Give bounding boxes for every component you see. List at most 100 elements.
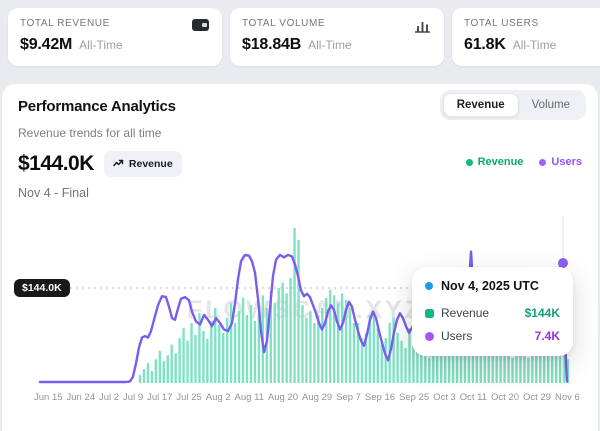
revenue-badge: Revenue bbox=[104, 151, 182, 177]
x-tick: Jul 2 bbox=[99, 392, 119, 403]
revenue-bar bbox=[174, 353, 176, 383]
chart-legend: Revenue Users bbox=[466, 156, 582, 168]
tooltip-series-value: 7.4K bbox=[535, 329, 560, 343]
x-tick: Oct 29 bbox=[523, 392, 551, 403]
tooltip-series-label: Users bbox=[441, 329, 472, 343]
legend-dot-icon bbox=[539, 159, 546, 166]
revenue-bar bbox=[210, 321, 212, 383]
series-toggle: Revenue Volume bbox=[440, 90, 586, 120]
x-tick: Sep 7 bbox=[336, 392, 361, 403]
revenue-bar bbox=[234, 323, 236, 383]
revenue-bar bbox=[155, 359, 157, 383]
toggle-option-volume[interactable]: Volume bbox=[519, 94, 583, 116]
revenue-bar bbox=[293, 228, 295, 383]
revenue-bar bbox=[428, 358, 430, 383]
revenue-bar bbox=[408, 328, 410, 383]
revenue-bar bbox=[396, 333, 398, 383]
stat-card-total-users: TOTAL USERS 61.8K All-Time bbox=[452, 8, 600, 66]
badge-label: Revenue bbox=[129, 158, 173, 170]
x-tick: Oct 20 bbox=[491, 392, 519, 403]
legend-dot-icon bbox=[466, 159, 473, 166]
revenue-bar bbox=[321, 308, 323, 383]
stat-card-label: TOTAL VOLUME bbox=[242, 18, 432, 29]
revenue-bar bbox=[163, 361, 165, 383]
bar-chart-icon bbox=[414, 19, 432, 33]
x-tick: Jun 15 bbox=[34, 392, 63, 403]
revenue-bar bbox=[246, 315, 248, 383]
revenue-bar bbox=[325, 298, 327, 383]
revenue-bar bbox=[404, 348, 406, 383]
stat-card-period: All-Time bbox=[79, 38, 123, 52]
revenue-bar bbox=[329, 290, 331, 383]
legend-item-revenue[interactable]: Revenue bbox=[466, 156, 524, 168]
revenue-bar bbox=[222, 333, 224, 383]
tooltip-series-marker-icon bbox=[425, 309, 434, 318]
stat-card-total-volume: TOTAL VOLUME $18.84B All-Time bbox=[230, 8, 444, 66]
revenue-bar bbox=[194, 335, 196, 383]
revenue-bar bbox=[301, 305, 303, 383]
tooltip-series-marker-icon bbox=[425, 332, 434, 341]
revenue-bar bbox=[400, 341, 402, 383]
revenue-bar bbox=[147, 363, 149, 383]
revenue-bar bbox=[349, 308, 351, 383]
trend-up-icon bbox=[113, 155, 124, 173]
revenue-bar bbox=[159, 351, 161, 383]
revenue-bar bbox=[313, 323, 315, 383]
revenue-bar bbox=[278, 288, 280, 383]
revenue-bar bbox=[337, 303, 339, 383]
revenue-bar bbox=[341, 293, 343, 383]
revenue-bar bbox=[226, 318, 228, 383]
toggle-option-revenue[interactable]: Revenue bbox=[443, 93, 519, 117]
revenue-bar bbox=[178, 338, 180, 383]
stat-card-value: $9.42M bbox=[20, 36, 72, 54]
wallet-icon bbox=[192, 19, 210, 33]
x-tick: Aug 2 bbox=[206, 392, 231, 403]
x-tick: Aug 11 bbox=[235, 392, 264, 403]
x-tick: Oct 3 bbox=[433, 392, 456, 403]
revenue-bar bbox=[285, 293, 287, 383]
tooltip-series-value: $144K bbox=[525, 306, 560, 320]
revenue-bar bbox=[218, 325, 220, 383]
tooltip-series-label: Revenue bbox=[441, 306, 489, 320]
revenue-bar bbox=[297, 240, 299, 383]
tooltip-rows: Revenue $144K Users 7.4K bbox=[425, 306, 560, 343]
revenue-bar bbox=[186, 341, 188, 383]
panel-subtitle: Revenue trends for all time bbox=[18, 126, 582, 140]
revenue-bar bbox=[167, 355, 169, 383]
legend-item-users[interactable]: Users bbox=[539, 156, 582, 168]
x-tick: Aug 20 bbox=[268, 392, 298, 403]
tooltip-row-revenue: Revenue $144K bbox=[425, 306, 560, 320]
revenue-bar bbox=[143, 369, 145, 383]
stat-cards-row: TOTAL REVENUE $9.42M All-Time TOTAL VOLU… bbox=[8, 8, 600, 66]
revenue-bar bbox=[289, 278, 291, 383]
stat-card-total-revenue: TOTAL REVENUE $9.42M All-Time bbox=[8, 8, 222, 66]
legend-label: Revenue bbox=[478, 156, 524, 168]
revenue-bar bbox=[139, 375, 141, 383]
revenue-bar bbox=[377, 328, 379, 383]
revenue-bar bbox=[527, 358, 529, 383]
revenue-bar bbox=[190, 323, 192, 383]
tooltip-title: Nov 4, 2025 UTC bbox=[441, 279, 539, 293]
revenue-bar bbox=[254, 321, 256, 383]
x-tick: Oct 11 bbox=[460, 392, 487, 403]
x-tick: Sep 25 bbox=[399, 392, 429, 403]
revenue-bar bbox=[309, 311, 311, 383]
revenue-bar bbox=[499, 355, 501, 383]
stat-card-value: 61.8K bbox=[464, 36, 506, 54]
revenue-bar bbox=[230, 303, 232, 383]
revenue-bar bbox=[385, 338, 387, 383]
revenue-bar bbox=[353, 323, 355, 383]
revenue-bar bbox=[281, 283, 283, 383]
tooltip-row-users: Users 7.4K bbox=[425, 329, 560, 343]
revenue-bar bbox=[238, 311, 240, 383]
revenue-bar bbox=[480, 353, 482, 383]
stat-card-period: All-Time bbox=[513, 38, 557, 52]
stat-card-label: TOTAL REVENUE bbox=[20, 18, 210, 29]
revenue-bar bbox=[182, 328, 184, 383]
date-label: Nov 4 - Final bbox=[18, 186, 582, 200]
legend-label: Users bbox=[551, 156, 582, 168]
revenue-bar bbox=[373, 311, 375, 383]
highlight-value: $144.0K bbox=[18, 152, 94, 176]
revenue-bar bbox=[250, 305, 252, 383]
revenue-bar bbox=[507, 353, 509, 383]
